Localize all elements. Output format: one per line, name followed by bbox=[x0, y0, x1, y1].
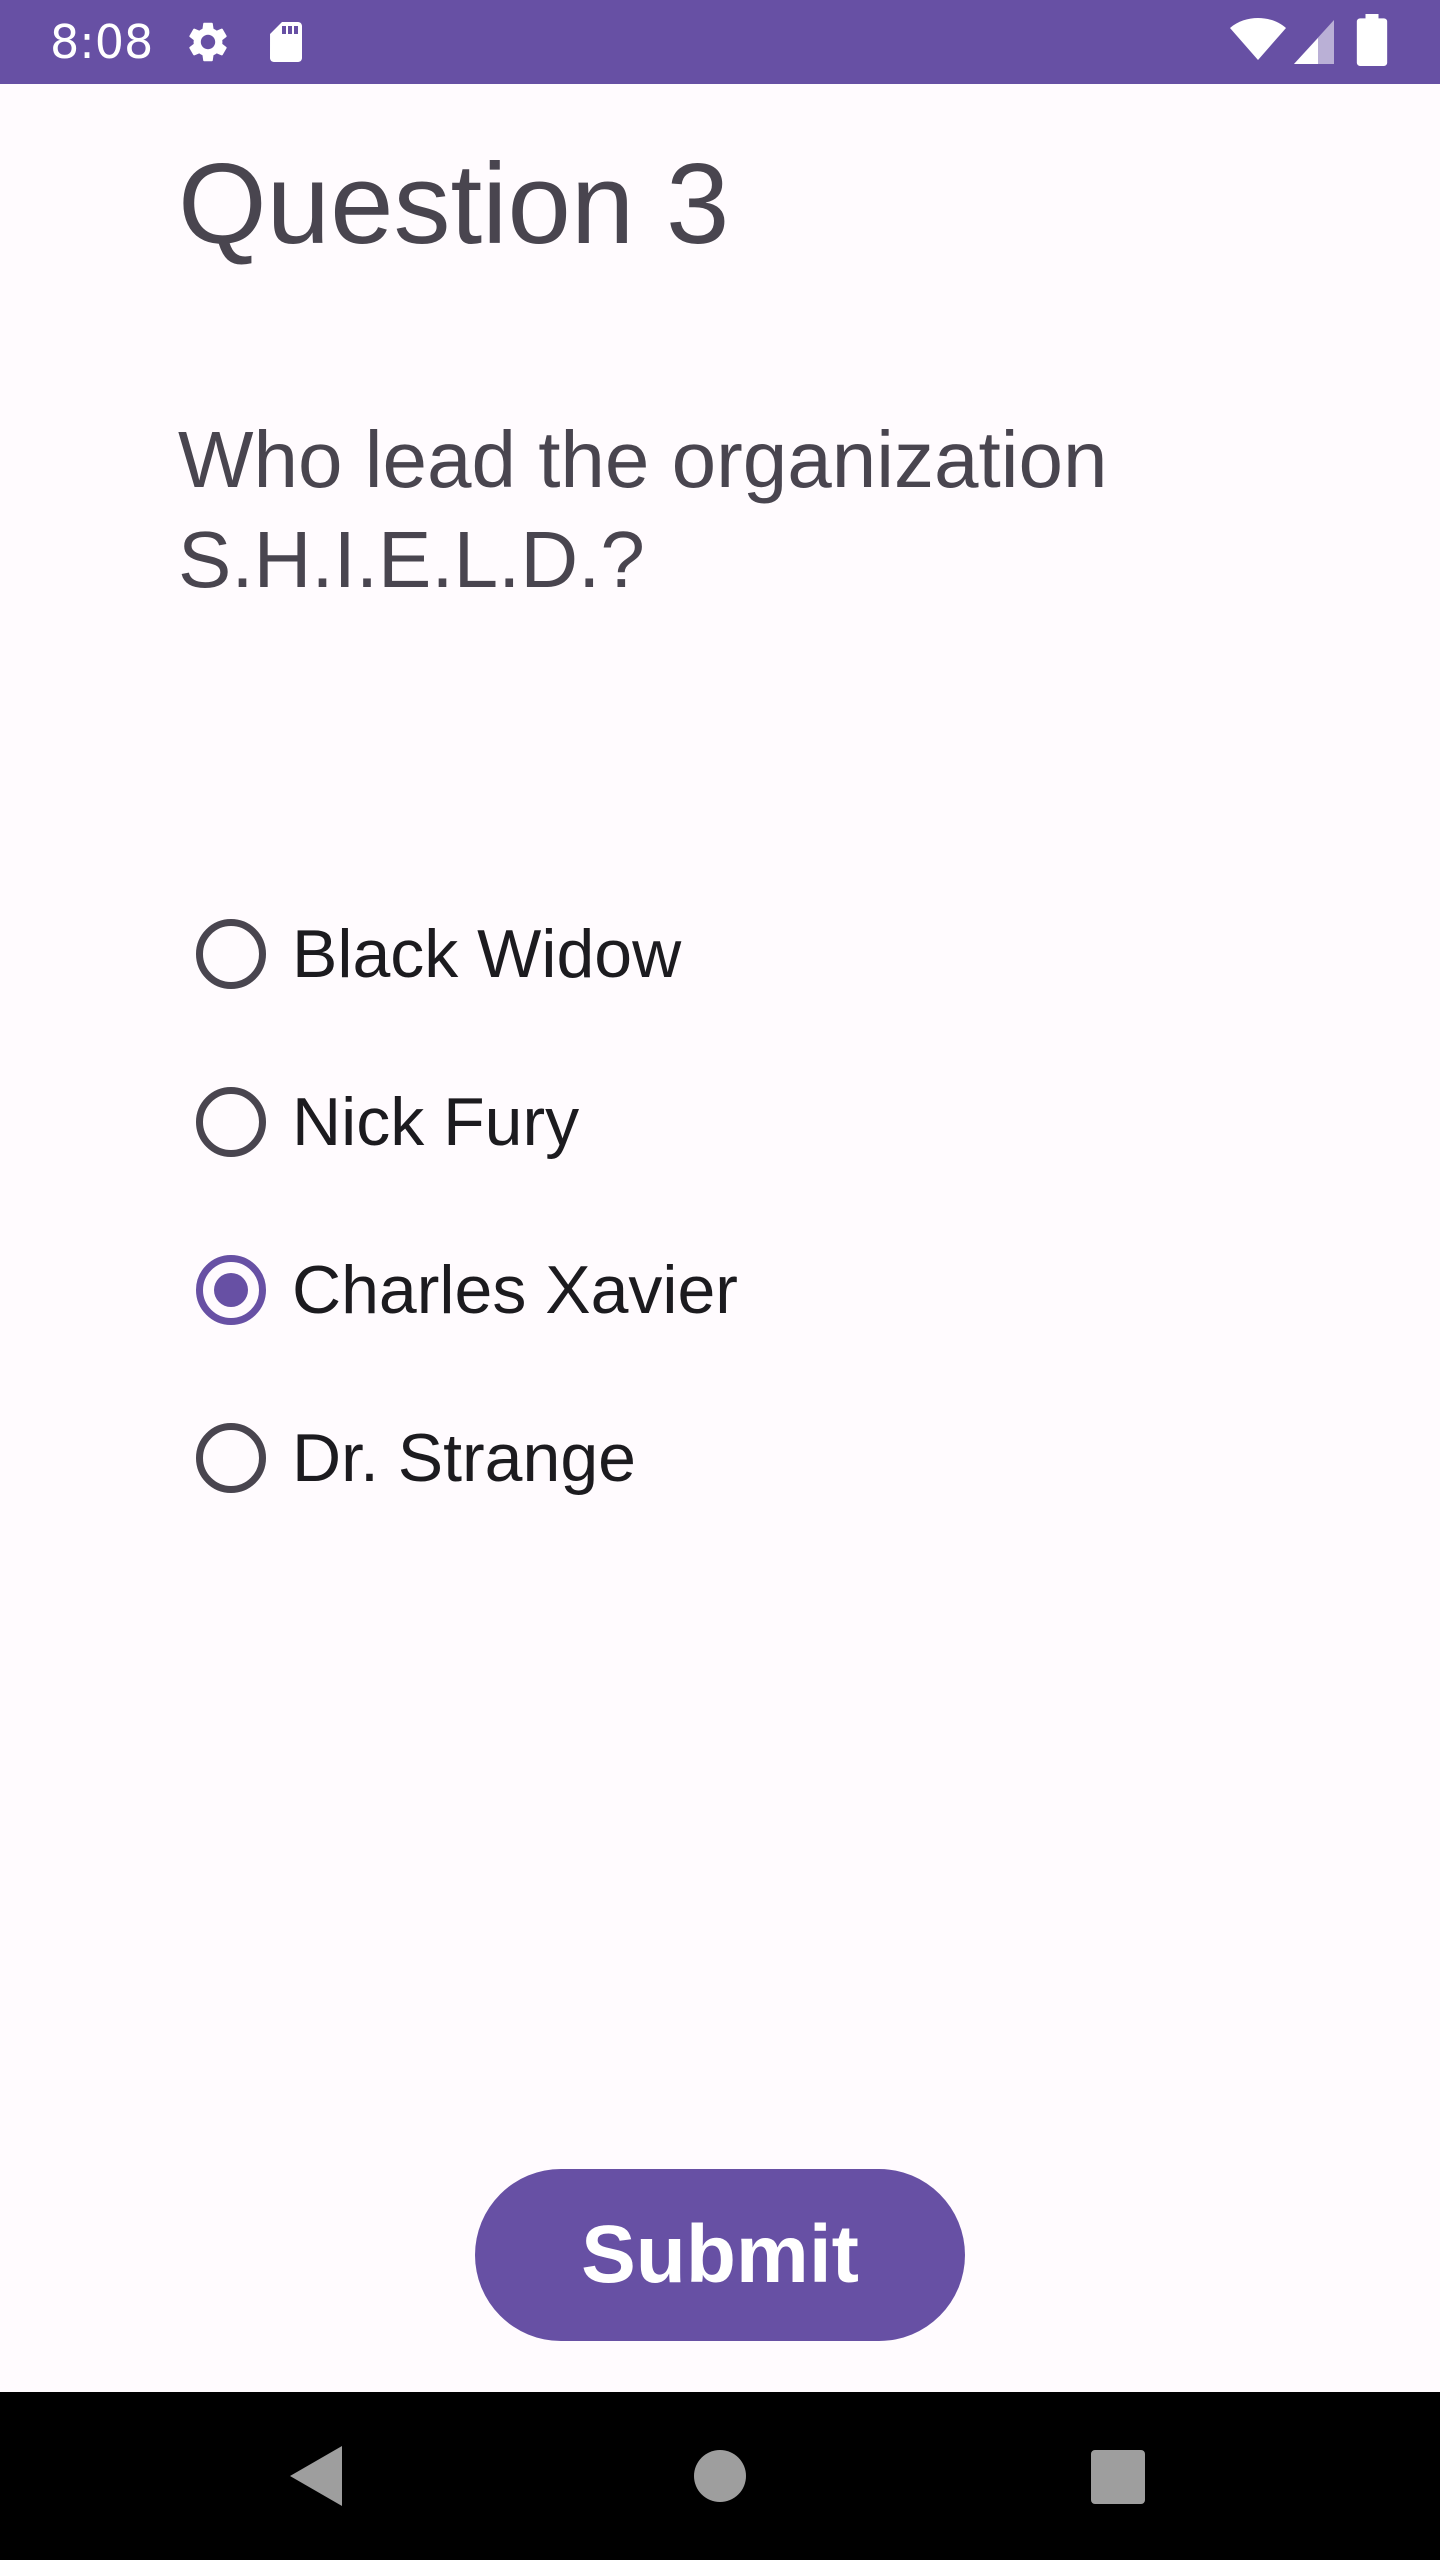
answer-option[interactable]: Dr. Strange bbox=[196, 1374, 1096, 1542]
answer-options: Black Widow Nick Fury Charles Xavier Dr. St… bbox=[196, 870, 1096, 1542]
answer-option[interactable]: Nick Fury bbox=[196, 1038, 1096, 1206]
navigation-bar bbox=[0, 2392, 1440, 2560]
question-title: Question 3 bbox=[178, 141, 730, 268]
status-time: 8:08 bbox=[50, 15, 154, 69]
recents-icon[interactable] bbox=[1091, 2450, 1145, 2504]
answer-option-label: Dr. Strange bbox=[292, 1420, 636, 1496]
answer-option-label: Black Widow bbox=[292, 916, 682, 992]
answer-option[interactable]: Black Widow bbox=[196, 870, 1096, 1038]
back-icon[interactable] bbox=[290, 2446, 346, 2506]
answer-option-label: Charles Xavier bbox=[292, 1252, 738, 1328]
gear-icon bbox=[189, 22, 227, 62]
radio-button[interactable] bbox=[196, 1423, 266, 1493]
question-text: Who lead the organization S.H.I.E.L.D.? bbox=[178, 415, 1108, 604]
sd-card-icon bbox=[270, 22, 302, 62]
radio-button[interactable] bbox=[196, 919, 266, 989]
status-bar: 8:08 bbox=[0, 0, 1440, 84]
submit-button[interactable]: Submit bbox=[475, 2169, 965, 2341]
cell-signal-icon bbox=[1294, 20, 1334, 64]
answer-option-label: Nick Fury bbox=[292, 1084, 580, 1160]
home-icon[interactable] bbox=[694, 2450, 746, 2502]
answer-option[interactable]: Charles Xavier bbox=[196, 1206, 1096, 1374]
wifi-icon bbox=[1230, 18, 1286, 60]
battery-icon bbox=[1356, 14, 1388, 66]
radio-button-checked[interactable] bbox=[196, 1255, 266, 1325]
radio-button[interactable] bbox=[196, 1087, 266, 1157]
